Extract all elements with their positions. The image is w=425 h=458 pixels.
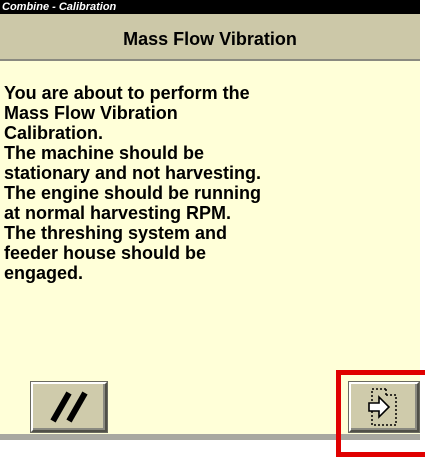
next-button[interactable] (349, 382, 419, 432)
instruction-text: You are about to perform the Mass Flow V… (4, 83, 262, 283)
cancel-button[interactable] (31, 382, 107, 432)
next-page-arrow-icon (368, 388, 397, 426)
bottom-divider (0, 434, 420, 440)
title-bar: Mass Flow Vibration (0, 14, 420, 61)
page-title: Mass Flow Vibration (123, 29, 297, 49)
breadcrumb: Combine - Calibration (0, 0, 420, 14)
cancel-slashes-icon (50, 391, 88, 423)
calibration-screen: Combine - Calibration Mass Flow Vibratio… (0, 0, 420, 440)
